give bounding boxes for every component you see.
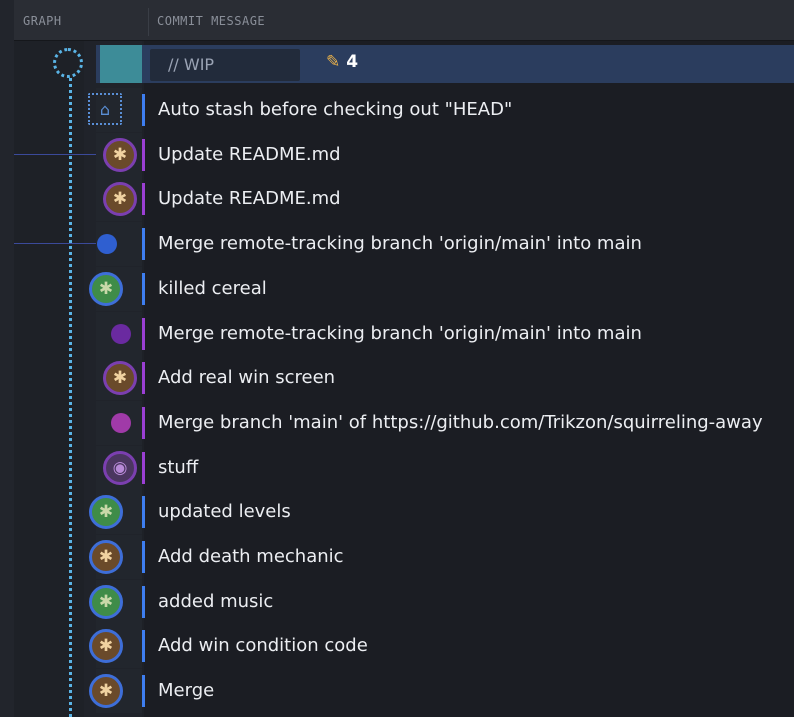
commit-message: stuff (158, 457, 199, 478)
commit-message: Update README.md (158, 144, 341, 165)
branch-color-bar (142, 139, 145, 171)
commit-message: Auto stash before checking out "HEAD" (158, 99, 513, 120)
branch-color-bar (142, 228, 145, 260)
branch-color-bar (142, 273, 145, 305)
commit-row[interactable]: Add death mechanic (96, 535, 794, 579)
avatar-icon[interactable]: ✱ (89, 629, 123, 663)
commit-message: added music (158, 591, 274, 612)
branch-color-bar (142, 496, 145, 528)
avatar-glyph: ✱ (98, 591, 114, 612)
commit-message: Add win condition code (158, 635, 368, 656)
avatar-glyph: ◉ (112, 457, 128, 478)
avatar-icon[interactable]: ✱ (89, 674, 123, 708)
commit-row[interactable]: Add win condition code (96, 624, 794, 668)
commit-row[interactable]: killed cereal (96, 267, 794, 311)
commit-row[interactable]: Merge remote-tracking branch 'origin/mai… (96, 222, 794, 266)
wip-message-input[interactable]: // WIP (150, 49, 300, 81)
commit-message: updated levels (158, 501, 291, 522)
avatar-icon[interactable]: ✱ (89, 585, 123, 619)
commit-row[interactable]: Auto stash before checking out "HEAD" (96, 88, 794, 132)
wip-lane-marker (100, 45, 142, 83)
left-gutter (0, 0, 14, 717)
wip-changes-count[interactable]: ✎ 4 (326, 52, 358, 72)
branch-color-bar (142, 541, 145, 573)
commit-row[interactable]: updated levels (96, 490, 794, 534)
avatar-icon[interactable]: ✱ (103, 361, 137, 395)
avatar-icon[interactable]: ✱ (89, 495, 123, 529)
commit-message: Merge remote-tracking branch 'origin/mai… (158, 323, 642, 344)
commit-message: Update README.md (158, 188, 341, 209)
branch-connector-line (14, 243, 98, 244)
commit-row[interactable]: Update README.md (96, 177, 794, 221)
commit-message: Merge remote-tracking branch 'origin/mai… (158, 233, 642, 254)
pencil-icon: ✎ (326, 52, 341, 72)
avatar-glyph: ✱ (112, 188, 128, 209)
avatar-icon[interactable]: ✱ (89, 272, 123, 306)
avatar-icon[interactable]: ✱ (103, 138, 137, 172)
commit-message: Add real win screen (158, 367, 336, 388)
graph-column-header[interactable]: GRAPH (23, 14, 62, 28)
commit-message: Merge (158, 680, 215, 701)
wip-graph-line (69, 78, 72, 717)
avatar-glyph: ✱ (112, 144, 128, 165)
commit-row[interactable]: Add real win screen (96, 356, 794, 400)
wip-count-value: 4 (346, 52, 359, 72)
branch-color-bar (142, 183, 145, 215)
commit-row[interactable]: stuff (96, 446, 794, 490)
branch-color-bar (142, 407, 145, 439)
commit-row[interactable]: Merge remote-tracking branch 'origin/mai… (96, 312, 794, 356)
avatar-glyph: ✱ (98, 278, 114, 299)
wip-node-icon[interactable] (53, 48, 83, 78)
merge-dot-icon[interactable] (111, 324, 131, 344)
commit-message: Merge branch 'main' of https://github.co… (158, 412, 763, 433)
commit-message-column-header[interactable]: COMMIT MESSAGE (157, 14, 265, 28)
column-divider[interactable] (148, 8, 149, 36)
column-header: GRAPH COMMIT MESSAGE (14, 0, 794, 41)
avatar-glyph: ✱ (98, 680, 114, 701)
branch-color-bar (142, 318, 145, 350)
merge-dot-icon[interactable] (97, 234, 117, 254)
branch-connector-line (14, 154, 98, 155)
commit-message: killed cereal (158, 278, 267, 299)
branch-color-bar (142, 586, 145, 618)
avatar-icon[interactable]: ✱ (103, 182, 137, 216)
commit-row[interactable]: added music (96, 580, 794, 624)
avatar-glyph: ✱ (98, 546, 114, 567)
branch-color-bar (142, 94, 145, 126)
commit-message: Add death mechanic (158, 546, 344, 567)
branch-color-bar (142, 630, 145, 662)
commit-row[interactable]: Update README.md (96, 133, 794, 177)
avatar-icon[interactable]: ✱ (89, 540, 123, 574)
avatar-glyph: ✱ (112, 367, 128, 388)
stash-icon[interactable]: ⌂ (88, 93, 122, 125)
branch-color-bar (142, 675, 145, 707)
avatar-glyph: ✱ (98, 501, 114, 522)
avatar-glyph: ✱ (98, 635, 114, 656)
branch-color-bar (142, 362, 145, 394)
branch-color-bar (142, 452, 145, 484)
commit-row[interactable]: Merge (96, 669, 794, 713)
avatar-icon[interactable]: ◉ (103, 451, 137, 485)
merge-dot-icon[interactable] (111, 413, 131, 433)
commit-row[interactable]: Merge branch 'main' of https://github.co… (96, 401, 794, 445)
